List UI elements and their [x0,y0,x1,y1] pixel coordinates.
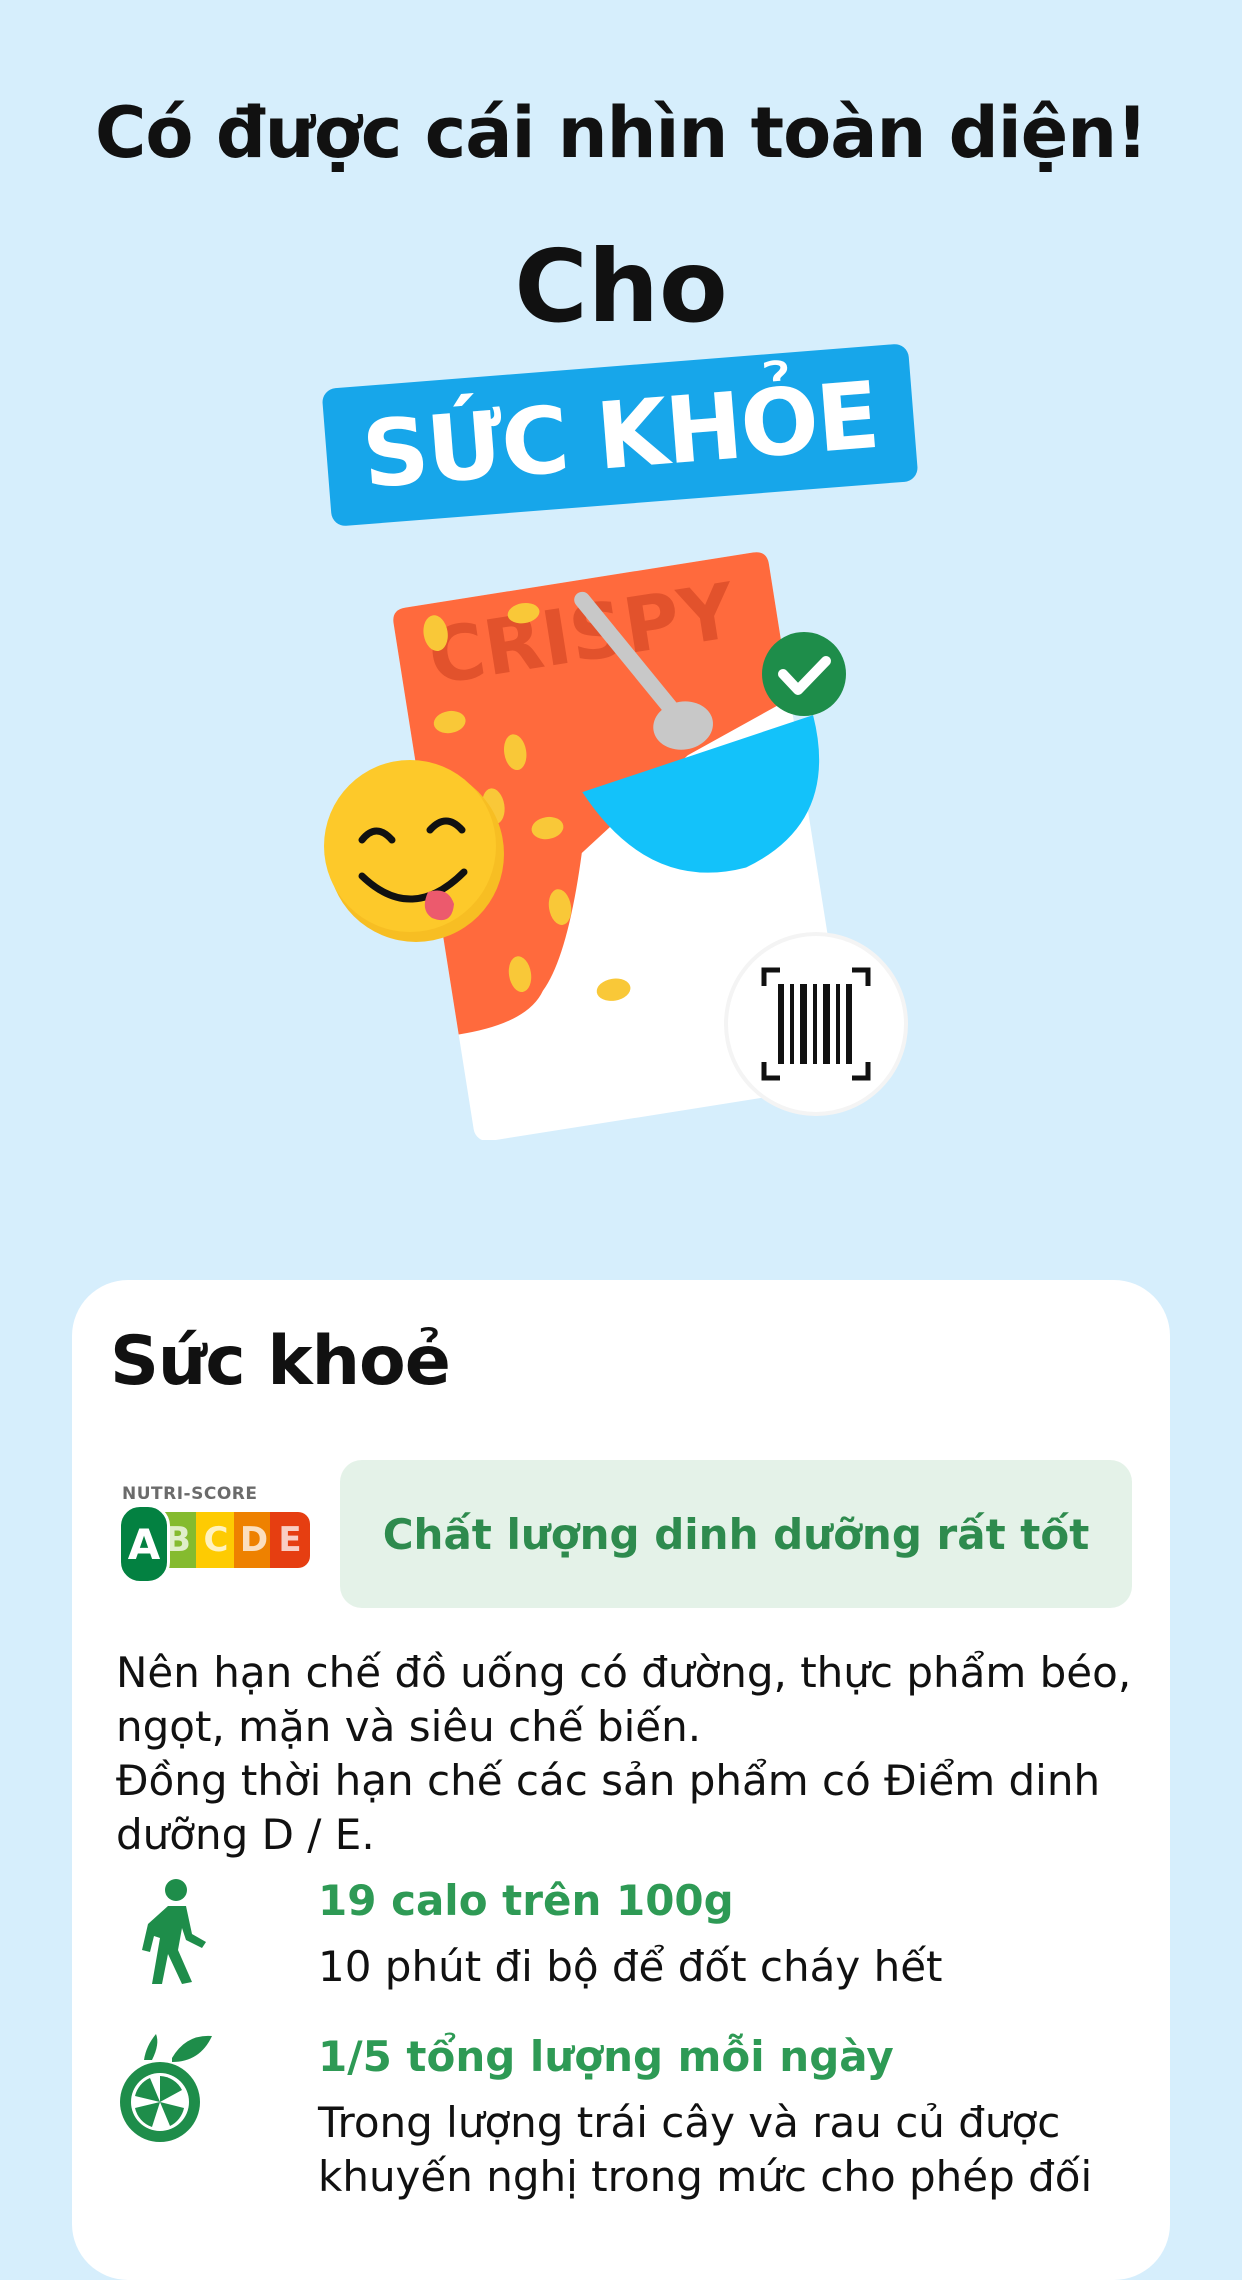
nutri-grade-d: D [234,1512,274,1568]
fact-title: 1/5 tổng lượng mỗi ngày [318,2032,894,2081]
badge-label: SỨC KHỎE [358,361,882,509]
walking-person-icon [142,1879,206,1984]
fact-desc: Trong lượng trái cây và rau củ được khuy… [318,2098,1093,2201]
nutri-grade-e: E [270,1512,310,1568]
subheadline: Cho [514,228,728,345]
card-title: Sức khoẻ [110,1322,451,1401]
advice-line: dưỡng D / E. [116,1810,375,1859]
advice-line: Đồng thời hạn chế các sản phẩm có Điểm d… [116,1756,1101,1805]
quality-text: Chất lượng dinh dưỡng rất tốt [382,1509,1090,1559]
orange-fruit-icon [120,2034,212,2142]
nutri-score-badge[interactable]: NUTRI-SCORE B C D E A [114,1484,310,1584]
product-illustration: CRISPY [324,552,908,1140]
health-badge: SỨC KHỎE [321,343,919,527]
headline: Có được cái nhìn toàn diện! [94,92,1148,174]
check-icon [762,632,846,716]
fact-title: 19 calo trên 100g [318,1876,734,1925]
health-card: Sức khoẻ NUTRI-SCORE B C D E A Chất lượn… [72,1280,1170,2280]
barcode-icon [724,932,908,1116]
advice-line: Nên hạn chế đồ uống có đường, thực phẩm … [116,1648,1132,1697]
quality-summary: Chất lượng dinh dưỡng rất tốt [340,1460,1132,1608]
nutri-score-label: NUTRI-SCORE [122,1484,258,1504]
nutri-grade-c: C [196,1512,236,1568]
advice-line: ngọt, mặn và siêu chế biến. [116,1702,702,1751]
advice-text: Nên hạn chế đồ uống có đường, thực phẩm … [116,1646,1136,1862]
fact-desc: 10 phút đi bộ để đốt cháy hết [318,1942,943,1991]
nutri-grade-a: A [118,1504,170,1584]
